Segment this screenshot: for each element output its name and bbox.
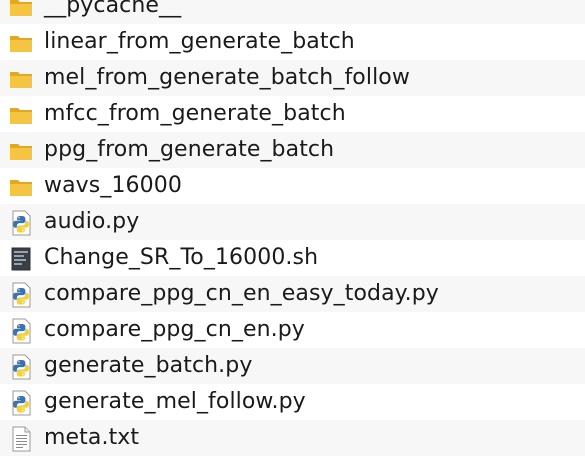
file-row-mel-from-generate-batch-follow[interactable]: mel_from_generate_batch_follow [0,60,585,96]
file-row-compare-ppg-easy-today-py[interactable]: compare_ppg_cn_en_easy_today.py [0,276,585,312]
file-row-change-sr-sh[interactable]: Change_SR_To_16000.sh [0,240,585,276]
shell-script-icon [8,246,34,272]
python-file-icon [8,390,34,416]
file-row-ppg-from-generate-batch[interactable]: ppg_from_generate_batch [0,132,585,168]
file-name: generate_mel_follow.py [44,389,306,414]
file-name: meta.txt [44,425,140,450]
file-row-generate-mel-follow-py[interactable]: generate_mel_follow.py [0,384,585,420]
file-row-compare-ppg-py[interactable]: compare_ppg_cn_en.py [0,312,585,348]
file-name: mfcc_from_generate_batch [44,101,346,126]
file-row-generate-batch-py[interactable]: generate_batch.py [0,348,585,384]
file-name: audio.py [44,209,140,234]
file-name: mel_from_generate_batch_follow [44,65,410,90]
file-row-audio-py[interactable]: audio.py [0,204,585,240]
python-file-icon [8,282,34,308]
file-row-wavs-16000[interactable]: wavs_16000 [0,168,585,204]
file-name: compare_ppg_cn_en_easy_today.py [44,281,439,306]
file-row-meta-txt[interactable]: meta.txt [0,420,585,456]
text-file-icon [8,426,34,452]
file-row-pycache[interactable]: __pycache__ [0,0,585,24]
folder-icon [8,102,34,128]
python-file-icon [8,354,34,380]
file-list: __pycache__ linear_from_generate_batch m… [0,0,585,456]
folder-icon [8,30,34,56]
python-file-icon [8,210,34,236]
file-name: Change_SR_To_16000.sh [44,245,319,270]
folder-icon [8,66,34,92]
file-name: ppg_from_generate_batch [44,137,335,162]
file-name: generate_batch.py [44,353,253,378]
folder-icon [8,174,34,200]
file-name: wavs_16000 [44,173,182,198]
file-row-linear-from-generate-batch[interactable]: linear_from_generate_batch [0,24,585,60]
folder-icon [8,0,34,20]
python-file-icon [8,318,34,344]
file-row-mfcc-from-generate-batch[interactable]: mfcc_from_generate_batch [0,96,585,132]
folder-icon [8,138,34,164]
file-name: __pycache__ [44,0,182,18]
file-name: compare_ppg_cn_en.py [44,317,305,342]
file-name: linear_from_generate_batch [44,29,355,54]
